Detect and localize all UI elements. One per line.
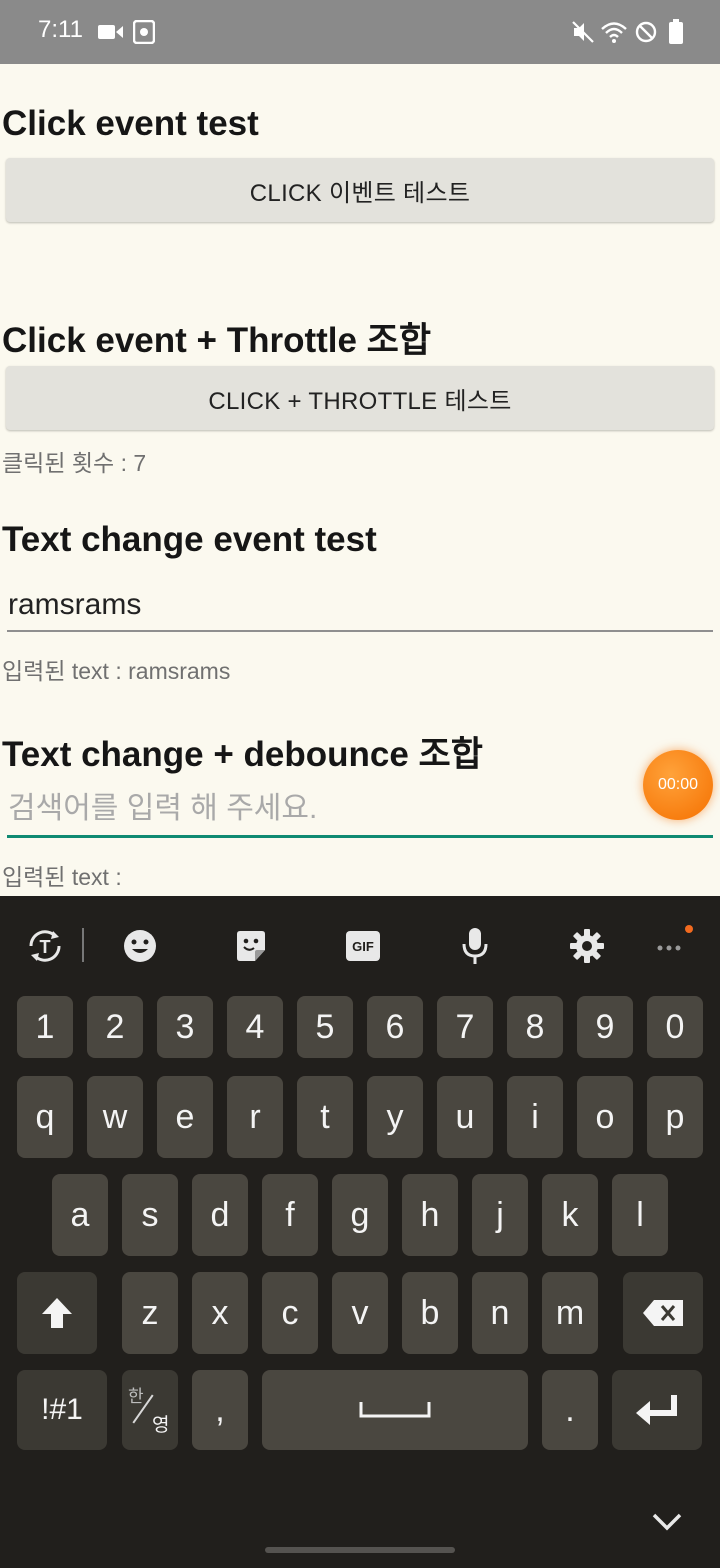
key-7[interactable]: 7 xyxy=(437,996,493,1058)
key-5[interactable]: 5 xyxy=(297,996,353,1058)
key-c[interactable]: c xyxy=(262,1272,318,1354)
key-a[interactable]: a xyxy=(52,1174,108,1256)
key-p[interactable]: p xyxy=(647,1076,703,1158)
sticker-icon[interactable] xyxy=(229,924,273,968)
search-input-placeholder: 검색어를 입력 해 주세요. xyxy=(8,792,318,825)
comma-key[interactable]: , xyxy=(192,1370,248,1450)
lang-bottom-label: 영 xyxy=(152,1415,170,1436)
svg-text:T: T xyxy=(40,937,51,957)
gesture-navigation-bar[interactable] xyxy=(265,1547,455,1553)
mute-icon xyxy=(572,20,594,48)
click-count-text: 클릭된 횟수 : 7 xyxy=(2,450,147,476)
key-j[interactable]: j xyxy=(472,1174,528,1256)
key-n[interactable]: n xyxy=(472,1272,528,1354)
key-l[interactable]: l xyxy=(612,1174,668,1256)
key-d[interactable]: d xyxy=(192,1174,248,1256)
enter-key[interactable] xyxy=(612,1370,702,1450)
key-e[interactable]: e xyxy=(157,1076,213,1158)
key-m[interactable]: m xyxy=(542,1272,598,1354)
key-k[interactable]: k xyxy=(542,1174,598,1256)
gif-icon[interactable]: GIF xyxy=(341,924,385,968)
key-9[interactable]: 9 xyxy=(577,996,633,1058)
recorder-timer-bubble[interactable]: 00:00 xyxy=(643,750,713,820)
translate-icon[interactable]: T xyxy=(23,924,67,968)
click-section-title: Click event test xyxy=(2,104,259,143)
space-icon xyxy=(359,1402,431,1418)
main-content: Click event test CLICK 이벤트 테스트 Click eve… xyxy=(0,64,720,896)
key-t[interactable]: t xyxy=(297,1076,353,1158)
key-1[interactable]: 1 xyxy=(17,996,73,1058)
key-q[interactable]: q xyxy=(17,1076,73,1158)
screen-record-icon xyxy=(132,19,156,48)
key-x[interactable]: x xyxy=(192,1272,248,1354)
debounce-section-title: Text change + debounce 조합 xyxy=(2,735,483,774)
throttle-section-title: Click event + Throttle 조합 xyxy=(2,321,432,360)
click-test-button[interactable]: CLICK 이벤트 테스트 xyxy=(6,158,714,222)
throttle-test-button[interactable]: CLICK + THROTTLE 테스트 xyxy=(6,366,714,430)
settings-icon[interactable] xyxy=(565,924,609,968)
search-input[interactable]: 검색어를 입력 해 주세요. xyxy=(7,782,713,838)
gif-label: GIF xyxy=(346,931,380,961)
key-i[interactable]: i xyxy=(507,1076,563,1158)
toolbar-divider xyxy=(82,928,84,962)
emoji-icon[interactable] xyxy=(118,924,162,968)
mic-icon[interactable] xyxy=(453,924,497,968)
space-key[interactable] xyxy=(262,1370,528,1450)
text-change-input-value: ramsrams xyxy=(8,588,142,621)
key-z[interactable]: z xyxy=(122,1272,178,1354)
text-change-input[interactable]: ramsrams xyxy=(7,576,713,632)
text-change-section-title: Text change event test xyxy=(2,520,377,559)
key-v[interactable]: v xyxy=(332,1272,388,1354)
status-time: 7:11 xyxy=(38,16,83,43)
key-0[interactable]: 0 xyxy=(647,996,703,1058)
hide-keyboard-chevron-icon[interactable] xyxy=(650,1506,684,1536)
key-4[interactable]: 4 xyxy=(227,996,283,1058)
backspace-key[interactable] xyxy=(623,1272,703,1354)
text-change-result: 입력된 text : ramsrams xyxy=(2,658,231,684)
battery-icon xyxy=(668,19,684,49)
more-icon[interactable] xyxy=(649,924,693,968)
key-s[interactable]: s xyxy=(122,1174,178,1256)
key-f[interactable]: f xyxy=(262,1174,318,1256)
key-o[interactable]: o xyxy=(577,1076,633,1158)
key-3[interactable]: 3 xyxy=(157,996,213,1058)
video-camera-icon xyxy=(98,22,124,46)
lang-top-label: 한 xyxy=(128,1387,144,1406)
language-switch-key[interactable]: 한 영 xyxy=(122,1370,178,1450)
status-bar: 7:11 xyxy=(0,0,720,64)
shift-icon xyxy=(42,1298,72,1328)
symbols-key[interactable]: !#1 xyxy=(17,1370,107,1450)
enter-icon xyxy=(636,1395,677,1425)
key-b[interactable]: b xyxy=(402,1272,458,1354)
wifi-icon xyxy=(600,20,628,48)
debounce-result: 입력된 text : xyxy=(2,864,122,890)
key-w[interactable]: w xyxy=(87,1076,143,1158)
key-6[interactable]: 6 xyxy=(367,996,423,1058)
backspace-icon xyxy=(643,1300,683,1326)
key-u[interactable]: u xyxy=(437,1076,493,1158)
key-8[interactable]: 8 xyxy=(507,996,563,1058)
key-y[interactable]: y xyxy=(367,1076,423,1158)
key-h[interactable]: h xyxy=(402,1174,458,1256)
key-g[interactable]: g xyxy=(332,1174,388,1256)
shift-key[interactable] xyxy=(17,1272,97,1354)
key-r[interactable]: r xyxy=(227,1076,283,1158)
key-2[interactable]: 2 xyxy=(87,996,143,1058)
do-not-disturb-icon xyxy=(635,21,657,47)
period-key[interactable]: . xyxy=(542,1370,598,1450)
